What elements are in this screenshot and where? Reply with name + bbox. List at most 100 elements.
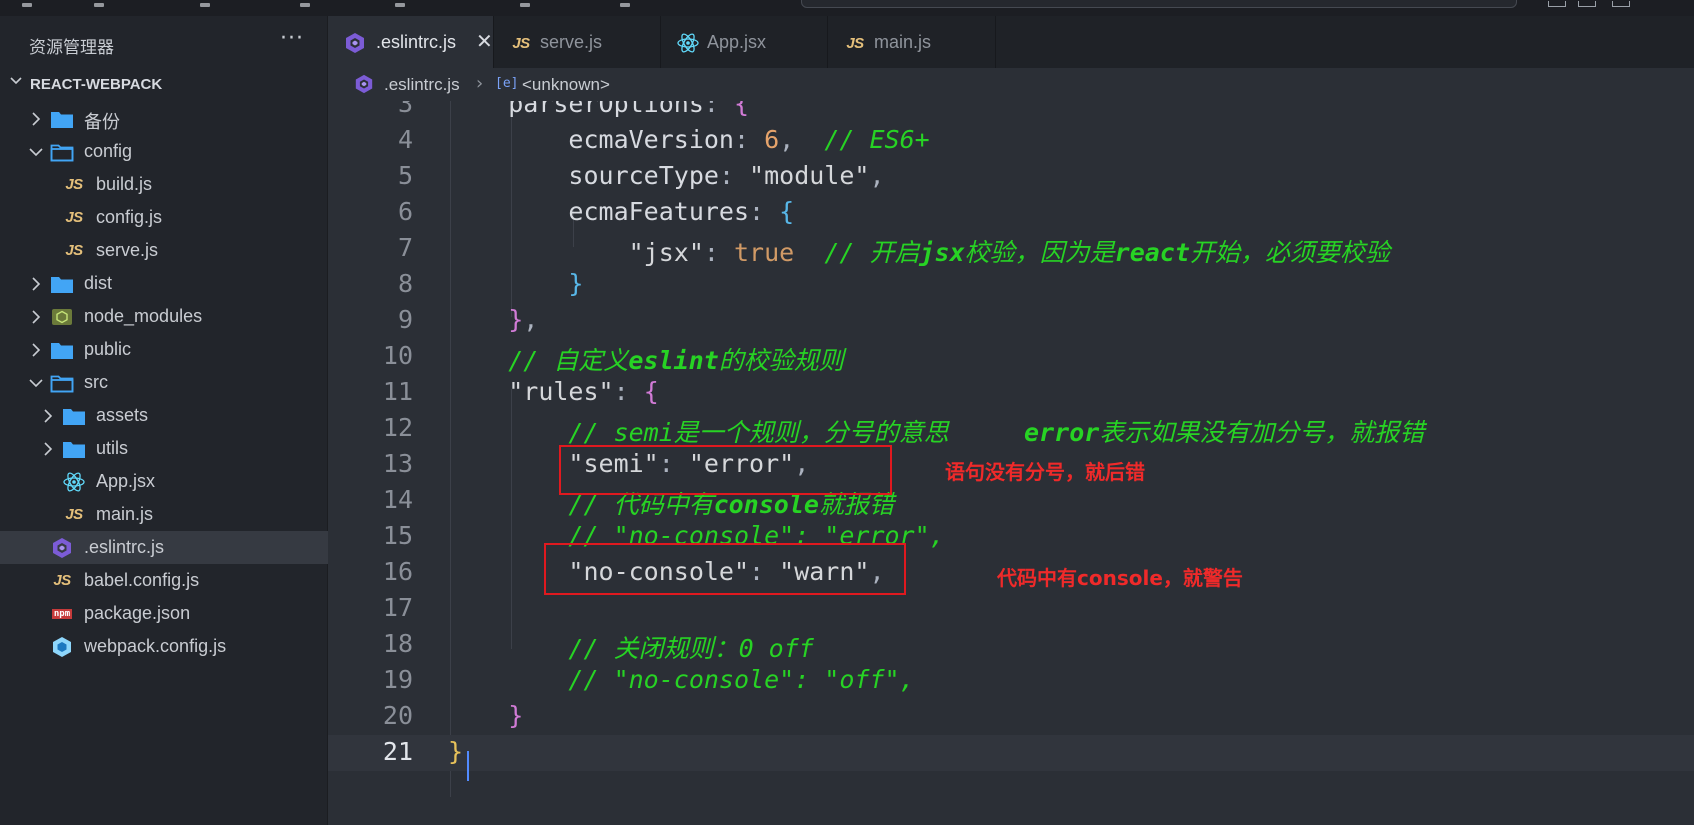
file-item[interactable]: webpack.config.js bbox=[0, 630, 328, 663]
file-item[interactable]: JS config.js bbox=[0, 201, 328, 234]
code-line: 18 // 关闭规则：0 off bbox=[328, 627, 1694, 663]
chevron-right-icon[interactable] bbox=[29, 267, 43, 300]
code-line: 3 parserOptions: { bbox=[328, 101, 1694, 123]
code-token: } bbox=[508, 701, 524, 730]
folder-item[interactable]: 备份 bbox=[0, 102, 328, 135]
line-text: } bbox=[448, 737, 463, 766]
folder-item[interactable]: config bbox=[0, 135, 328, 168]
folder-item[interactable]: assets bbox=[0, 399, 328, 432]
tab-app[interactable]: App.jsx bbox=[661, 16, 828, 68]
menu-fragment[interactable] bbox=[300, 3, 310, 7]
folder-icon bbox=[50, 339, 74, 360]
folder-item[interactable]: node_modules bbox=[0, 300, 328, 333]
js-icon: JS bbox=[65, 209, 83, 226]
folder-item[interactable]: dist bbox=[0, 267, 328, 300]
folder-item[interactable]: utils bbox=[0, 432, 328, 465]
tab-serve[interactable]: JS serve.js bbox=[494, 16, 661, 68]
code-token: ecmaFeatures bbox=[568, 197, 750, 226]
tab-eslintrc[interactable]: .eslintrc.js ✕ bbox=[328, 16, 494, 68]
react-icon bbox=[677, 32, 699, 54]
code-token: // ES6+ bbox=[824, 125, 930, 154]
line-text: "rules": { bbox=[448, 377, 659, 406]
menu-fragment[interactable] bbox=[22, 3, 32, 7]
menu-fragment[interactable] bbox=[520, 3, 530, 7]
line-text: // semi是一个规则，分号的意思 error表示如果没有加分号，就报错 bbox=[448, 413, 1424, 449]
code-token: : bbox=[703, 101, 734, 118]
menu-fragment[interactable] bbox=[395, 3, 405, 7]
code-editor[interactable]: 3 parserOptions: {4 ecmaVersion: 6, // E… bbox=[328, 101, 1694, 825]
code-token: : bbox=[703, 238, 734, 267]
line-text: // 自定义eslint的校验规则 bbox=[448, 341, 843, 377]
tab-label: serve.js bbox=[540, 32, 603, 52]
editor-area: .eslintrc.js ✕ JS serve.js App.jsx JS ma… bbox=[328, 16, 1694, 825]
file-item[interactable]: JS serve.js bbox=[0, 234, 328, 267]
chevron-right-icon[interactable] bbox=[29, 300, 43, 333]
line-number: 10 bbox=[382, 341, 413, 370]
layout-toggle-icon[interactable] bbox=[1548, 1, 1566, 7]
code-token: { bbox=[643, 377, 659, 406]
file-item[interactable]: JS build.js bbox=[0, 168, 328, 201]
chevron-down-icon[interactable] bbox=[9, 74, 23, 92]
node-modules-folder-icon bbox=[50, 306, 74, 327]
layout-toggle-icon[interactable] bbox=[1578, 1, 1596, 7]
file-item[interactable]: npm package.json bbox=[0, 597, 328, 630]
webpack-icon bbox=[50, 636, 74, 657]
line-text: }, bbox=[448, 305, 538, 334]
layout-toggle-icon[interactable] bbox=[1612, 1, 1630, 7]
code-token: { bbox=[779, 197, 795, 226]
command-center[interactable] bbox=[801, 0, 1517, 8]
chevron-down-icon[interactable] bbox=[29, 135, 43, 168]
file-item[interactable]: JS babel.config.js bbox=[0, 564, 328, 597]
line-text: ecmaFeatures: { bbox=[448, 197, 794, 226]
chevron-down-icon[interactable] bbox=[29, 366, 43, 399]
folder-open-icon bbox=[50, 372, 74, 393]
react-icon bbox=[62, 471, 86, 492]
code-token: 开始，必须要校验 bbox=[1189, 238, 1390, 267]
menu-fragment[interactable] bbox=[200, 3, 210, 7]
code-line: 8 } bbox=[328, 267, 1694, 303]
folder-item[interactable]: public bbox=[0, 333, 328, 366]
close-icon[interactable]: ✕ bbox=[476, 29, 493, 53]
js-icon: JS bbox=[65, 506, 83, 523]
folder-item[interactable]: src bbox=[0, 366, 328, 399]
code-token: // "no-console": "off", bbox=[568, 665, 915, 694]
chevron-right-icon[interactable] bbox=[41, 399, 55, 432]
explorer-sidebar: 资源管理器 ··· REACT-WEBPACK 备份 config JS build.… bbox=[0, 16, 328, 825]
code-line: 9 }, bbox=[328, 303, 1694, 339]
breadcrumb-symbol[interactable]: <unknown> bbox=[522, 75, 610, 95]
tree-item-label: babel.config.js bbox=[84, 570, 200, 590]
tab-main[interactable]: JS main.js bbox=[828, 16, 996, 68]
line-number: 18 bbox=[382, 629, 413, 658]
tree-item-label: App.jsx bbox=[96, 471, 156, 491]
file-item[interactable]: JS main.js bbox=[0, 498, 328, 531]
code-token: , bbox=[523, 305, 539, 334]
chevron-right-icon[interactable] bbox=[41, 432, 55, 465]
line-number: 8 bbox=[397, 269, 413, 298]
folder-open-icon bbox=[50, 141, 74, 162]
text-cursor bbox=[467, 751, 469, 781]
annotation-box-console bbox=[544, 543, 906, 595]
eslint-icon bbox=[50, 537, 74, 558]
line-text: } bbox=[448, 701, 523, 730]
symbol-icon: [e] bbox=[495, 76, 519, 91]
chevron-right-icon: › bbox=[476, 73, 484, 94]
file-item[interactable]: .eslintrc.js bbox=[0, 531, 328, 564]
file-item[interactable]: App.jsx bbox=[0, 465, 328, 498]
more-actions-icon[interactable]: ··· bbox=[280, 26, 304, 51]
menu-fragment[interactable] bbox=[94, 3, 104, 7]
tree-item-label: serve.js bbox=[96, 240, 159, 260]
tree-item-label: public bbox=[84, 339, 132, 359]
code-token: // 自定义 bbox=[508, 346, 629, 375]
tree-item-label: assets bbox=[96, 405, 149, 425]
chevron-right-icon[interactable] bbox=[29, 333, 43, 366]
folder-icon bbox=[62, 405, 86, 426]
tree-item-label: src bbox=[84, 372, 108, 392]
menu-fragment[interactable] bbox=[620, 3, 630, 7]
breadcrumb-file[interactable]: .eslintrc.js bbox=[384, 75, 460, 95]
code-token: error bbox=[1024, 418, 1100, 447]
tree-item-label: package.json bbox=[84, 603, 191, 623]
project-root[interactable]: REACT-WEBPACK bbox=[0, 69, 328, 102]
chevron-right-icon[interactable] bbox=[29, 102, 43, 135]
